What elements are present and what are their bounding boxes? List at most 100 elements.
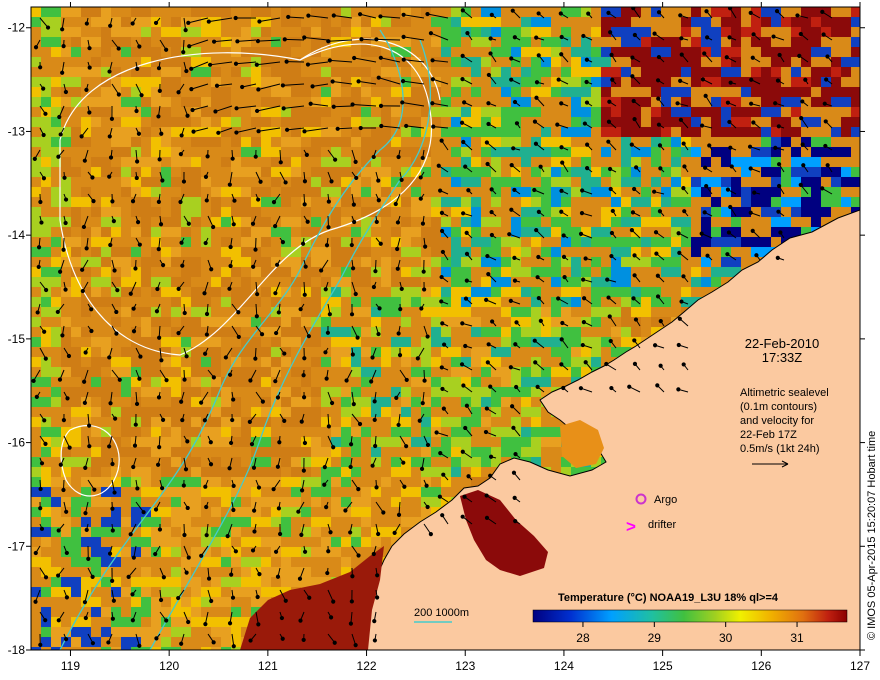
velocity-arrow-head	[255, 292, 260, 297]
velocity-arrow-head	[256, 622, 261, 627]
temperature-patch	[91, 117, 101, 127]
temperature-patch	[101, 267, 111, 277]
temperature-patch	[301, 147, 321, 157]
velocity-arrow-head	[55, 309, 60, 315]
temperature-patch	[331, 207, 341, 217]
velocity-arrow-head	[513, 519, 518, 524]
temperature-patch	[771, 217, 791, 227]
temperature-patch	[191, 337, 201, 347]
velocity-arrow-head	[255, 39, 261, 44]
velocity-arrow-head	[726, 230, 732, 235]
velocity-arrow-head	[514, 121, 520, 126]
temperature-patch	[131, 517, 141, 527]
velocity-arrow-head	[430, 77, 435, 82]
credit-text: © IMOS 05-Apr-2015 15:20:07 Hobart time	[866, 430, 878, 640]
temperature-patch	[671, 187, 681, 197]
temperature-patch	[721, 257, 741, 267]
temperature-patch	[381, 257, 391, 267]
temperature-patch	[261, 197, 281, 207]
temperature-patch	[451, 237, 461, 247]
temperature-patch	[321, 327, 341, 337]
velocity-arrow-head	[349, 312, 355, 317]
temperature-patch	[621, 67, 631, 77]
velocity-arrow-head	[60, 27, 65, 32]
velocity-arrow-head	[83, 615, 88, 621]
temperature-patch	[81, 587, 91, 597]
velocity-arrow-head	[256, 197, 261, 202]
velocity-arrow-head	[466, 474, 471, 479]
velocity-arrow-head	[176, 90, 181, 95]
temperature-patch	[421, 357, 431, 367]
temperature-patch	[821, 197, 831, 207]
temperature-patch	[541, 207, 551, 217]
temperature-patch	[161, 37, 171, 47]
velocity-arrow-head	[90, 574, 95, 579]
velocity-arrow-head	[420, 400, 425, 406]
velocity-arrow-head	[488, 36, 493, 41]
velocity-arrow-head	[532, 338, 537, 343]
temperature-patch	[711, 127, 721, 137]
temperature-patch	[401, 177, 421, 187]
temperature-patch	[551, 347, 561, 357]
velocity-arrow-head	[434, 430, 439, 435]
temperature-patch	[411, 207, 431, 217]
temperature-patch	[191, 587, 201, 597]
temperature-patch	[491, 127, 511, 137]
velocity-arrow-head	[558, 11, 563, 16]
y-tick-label: -15	[8, 332, 26, 346]
velocity-arrow-head	[404, 123, 409, 129]
temperature-patch	[141, 357, 151, 367]
temperature-patch	[401, 237, 411, 247]
temperature-patch	[151, 627, 171, 637]
temperature-patch	[471, 387, 491, 397]
temperature-patch	[341, 7, 351, 17]
temperature-patch	[41, 447, 51, 457]
velocity-arrow-head	[186, 555, 191, 560]
temperature-patch	[51, 647, 61, 650]
temperature-patch	[721, 227, 741, 237]
velocity-arrow-head	[301, 468, 306, 473]
temperature-patch	[471, 217, 481, 227]
velocity-arrow-head	[464, 251, 470, 257]
velocity-arrow-head	[511, 470, 517, 475]
velocity-arrow-head	[185, 505, 190, 511]
temperature-patch	[391, 227, 401, 237]
velocity-arrow-head	[154, 636, 159, 641]
temperature-patch	[401, 247, 421, 257]
temperature-patch	[301, 577, 311, 587]
velocity-arrow-head	[43, 111, 48, 116]
temperature-patch	[331, 357, 341, 367]
temperature-patch	[371, 187, 381, 197]
velocity-arrow-head	[253, 154, 258, 159]
velocity-arrow-head	[184, 354, 189, 359]
temperature-patch	[621, 17, 631, 27]
temperature-patch	[651, 87, 661, 97]
velocity-arrow-head	[182, 377, 187, 382]
temperature-patch	[261, 497, 281, 507]
velocity-arrow-head	[425, 334, 430, 339]
velocity-arrow-head	[64, 550, 69, 556]
temperature-patch	[371, 297, 391, 307]
temperature-patch	[71, 217, 81, 227]
temperature-patch	[161, 647, 181, 650]
temperature-patch	[471, 87, 481, 97]
velocity-arrow-head	[437, 494, 442, 499]
velocity-arrow-head	[484, 493, 489, 498]
temperature-patch	[201, 587, 221, 597]
velocity-arrow-head	[376, 331, 381, 337]
velocity-arrow-head	[131, 329, 137, 334]
velocity-arrow-head	[404, 444, 409, 449]
temperature-patch	[191, 67, 211, 77]
temperature-patch	[471, 347, 491, 357]
velocity-arrow-head	[57, 377, 63, 382]
velocity-arrow-head	[394, 395, 399, 400]
temperature-patch	[661, 97, 671, 107]
temperature-patch	[321, 157, 331, 167]
temperature-patch	[111, 27, 121, 37]
velocity-arrow-head	[61, 487, 66, 493]
velocity-arrow-head	[256, 87, 261, 92]
temperature-patch	[201, 117, 211, 127]
temperature-patch	[141, 57, 151, 67]
velocity-arrow-head	[90, 641, 96, 646]
velocity-arrow-head	[439, 274, 444, 280]
